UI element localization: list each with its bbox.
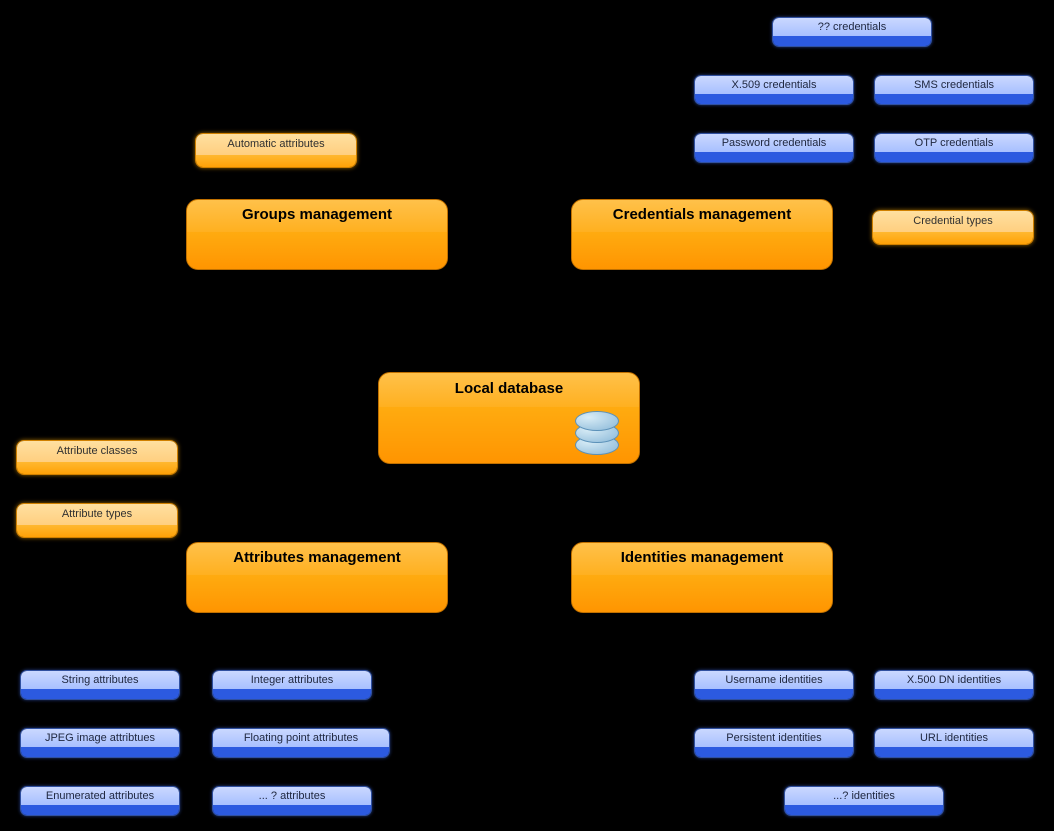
unknown-credentials-label: ?? credentials [773,18,931,36]
credential-types-node: Credential types [872,210,1034,245]
float-attributes-label: Floating point attributes [213,729,389,747]
password-credentials-node: Password credentials [694,133,854,163]
integer-attributes-node: Integer attributes [212,670,372,700]
groups-management-title: Groups management [187,200,447,232]
automatic-attributes-node: Automatic attributes [195,133,357,168]
more-attributes-node: ... ? attributes [212,786,372,816]
attributes-management-title: Attributes management [187,543,447,575]
integer-attributes-label: Integer attributes [213,671,371,689]
otp-credentials-label: OTP credentials [875,134,1033,152]
float-attributes-node: Floating point attributes [212,728,390,758]
credential-types-label: Credential types [873,211,1033,232]
username-identities-label: Username identities [695,671,853,689]
jpeg-attributes-label: JPEG image attribtues [21,729,179,747]
jpeg-attributes-node: JPEG image attribtues [20,728,180,758]
attribute-classes-node: Attribute classes [16,440,178,475]
local-database-node: Local database [378,372,640,464]
attribute-types-node: Attribute types [16,503,178,538]
local-database-title: Local database [379,373,639,407]
enum-attributes-node: Enumerated attributes [20,786,180,816]
credentials-management-node: Credentials management [571,199,833,270]
sms-credentials-label: SMS credentials [875,76,1033,94]
password-credentials-label: Password credentials [695,134,853,152]
otp-credentials-node: OTP credentials [874,133,1034,163]
x509-credentials-label: X.509 credentials [695,76,853,94]
persistent-identities-label: Persistent identities [695,729,853,747]
more-identities-node: ...? identities [784,786,944,816]
username-identities-node: Username identities [694,670,854,700]
x509-credentials-node: X.509 credentials [694,75,854,105]
attributes-management-node: Attributes management [186,542,448,613]
attribute-classes-label: Attribute classes [17,441,177,462]
identities-management-node: Identities management [571,542,833,613]
more-identities-label: ...? identities [785,787,943,805]
string-attributes-node: String attributes [20,670,180,700]
groups-management-node: Groups management [186,199,448,270]
database-icon [573,411,619,457]
credentials-management-title: Credentials management [572,200,832,232]
persistent-identities-node: Persistent identities [694,728,854,758]
unknown-credentials-node: ?? credentials [772,17,932,47]
more-attributes-label: ... ? attributes [213,787,371,805]
url-identities-label: URL identities [875,729,1033,747]
x500-identities-label: X.500 DN identities [875,671,1033,689]
string-attributes-label: String attributes [21,671,179,689]
sms-credentials-node: SMS credentials [874,75,1034,105]
enum-attributes-label: Enumerated attributes [21,787,179,805]
identities-management-title: Identities management [572,543,832,575]
attribute-types-label: Attribute types [17,504,177,525]
x500-identities-node: X.500 DN identities [874,670,1034,700]
automatic-attributes-label: Automatic attributes [196,134,356,155]
url-identities-node: URL identities [874,728,1034,758]
